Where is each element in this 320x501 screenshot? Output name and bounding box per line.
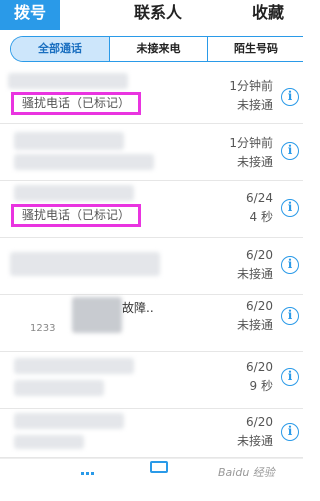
watermark: Baidu 经验 bbox=[218, 466, 275, 479]
call-filter-segmented: 全部通话 未接来电 陌生号码 bbox=[10, 36, 303, 62]
info-icon[interactable]: i bbox=[281, 423, 299, 441]
toolbox-icon[interactable] bbox=[150, 461, 168, 473]
blurred-number bbox=[14, 185, 134, 201]
call-time: 6/20 bbox=[246, 415, 273, 429]
tab-contacts[interactable]: 联系人 bbox=[113, 0, 203, 30]
filter-unknown-numbers[interactable]: 陌生号码 bbox=[207, 37, 303, 61]
call-duration: 9 秒 bbox=[249, 379, 273, 393]
call-row[interactable]: 1分钟前 未接通 i bbox=[0, 124, 303, 181]
blurred-location bbox=[14, 154, 154, 170]
info-icon[interactable]: i bbox=[281, 142, 299, 160]
call-duration: 4 秒 bbox=[249, 210, 273, 224]
blurred-location bbox=[14, 380, 104, 396]
number-fragment: 1233 bbox=[30, 323, 56, 334]
blurred-location bbox=[14, 435, 84, 449]
call-row[interactable]: 6/20 9 秒 i bbox=[0, 352, 303, 409]
call-status: 未接通 bbox=[236, 318, 273, 332]
call-row[interactable]: 6/20 未接通 i bbox=[0, 409, 303, 458]
call-time: 6/20 bbox=[246, 248, 273, 262]
spam-tag: 骚扰电话（已标记） bbox=[11, 92, 142, 115]
call-status: 未接通 bbox=[236, 434, 273, 448]
call-status: 未接通 bbox=[236, 155, 273, 169]
tab-dialer[interactable]: 拨号 bbox=[0, 0, 60, 30]
call-time: 6/20 bbox=[246, 360, 273, 374]
blurred-number bbox=[14, 132, 124, 150]
blurred-number bbox=[10, 252, 160, 276]
call-time: 6/24 bbox=[246, 191, 273, 205]
blurred-number bbox=[8, 73, 128, 89]
dialpad-icon[interactable] bbox=[80, 461, 95, 480]
info-icon[interactable]: i bbox=[281, 307, 299, 325]
call-time: 1分钟前 bbox=[229, 79, 273, 93]
blurred-number bbox=[72, 297, 122, 333]
call-time: 6/20 bbox=[246, 299, 273, 313]
filter-all-calls[interactable]: 全部通话 bbox=[11, 37, 109, 61]
info-icon[interactable]: i bbox=[281, 199, 299, 217]
call-row[interactable]: 骚扰电话（已标记） 1分钟前 未接通 i bbox=[0, 67, 303, 124]
call-row[interactable]: 故障.. 1233 6/20 未接通 i bbox=[0, 295, 303, 352]
info-icon[interactable]: i bbox=[281, 368, 299, 386]
info-icon[interactable]: i bbox=[281, 88, 299, 106]
call-note: 故障.. bbox=[122, 301, 154, 315]
call-status: 未接通 bbox=[236, 98, 273, 112]
blurred-number bbox=[14, 358, 134, 374]
info-icon[interactable]: i bbox=[281, 256, 299, 274]
call-time: 1分钟前 bbox=[229, 136, 273, 150]
call-row[interactable]: 6/20 未接通 i bbox=[0, 238, 303, 295]
top-tab-bar: 拨号 联系人 收藏 bbox=[0, 0, 303, 30]
call-status: 未接通 bbox=[236, 267, 273, 281]
spam-tag: 骚扰电话（已标记） bbox=[11, 204, 142, 227]
blurred-number bbox=[14, 413, 124, 429]
call-row[interactable]: 骚扰电话（已标记） 6/24 4 秒 i bbox=[0, 181, 303, 238]
tab-favorites[interactable]: 收藏 bbox=[238, 0, 298, 30]
filter-missed-calls[interactable]: 未接来电 bbox=[109, 37, 207, 61]
